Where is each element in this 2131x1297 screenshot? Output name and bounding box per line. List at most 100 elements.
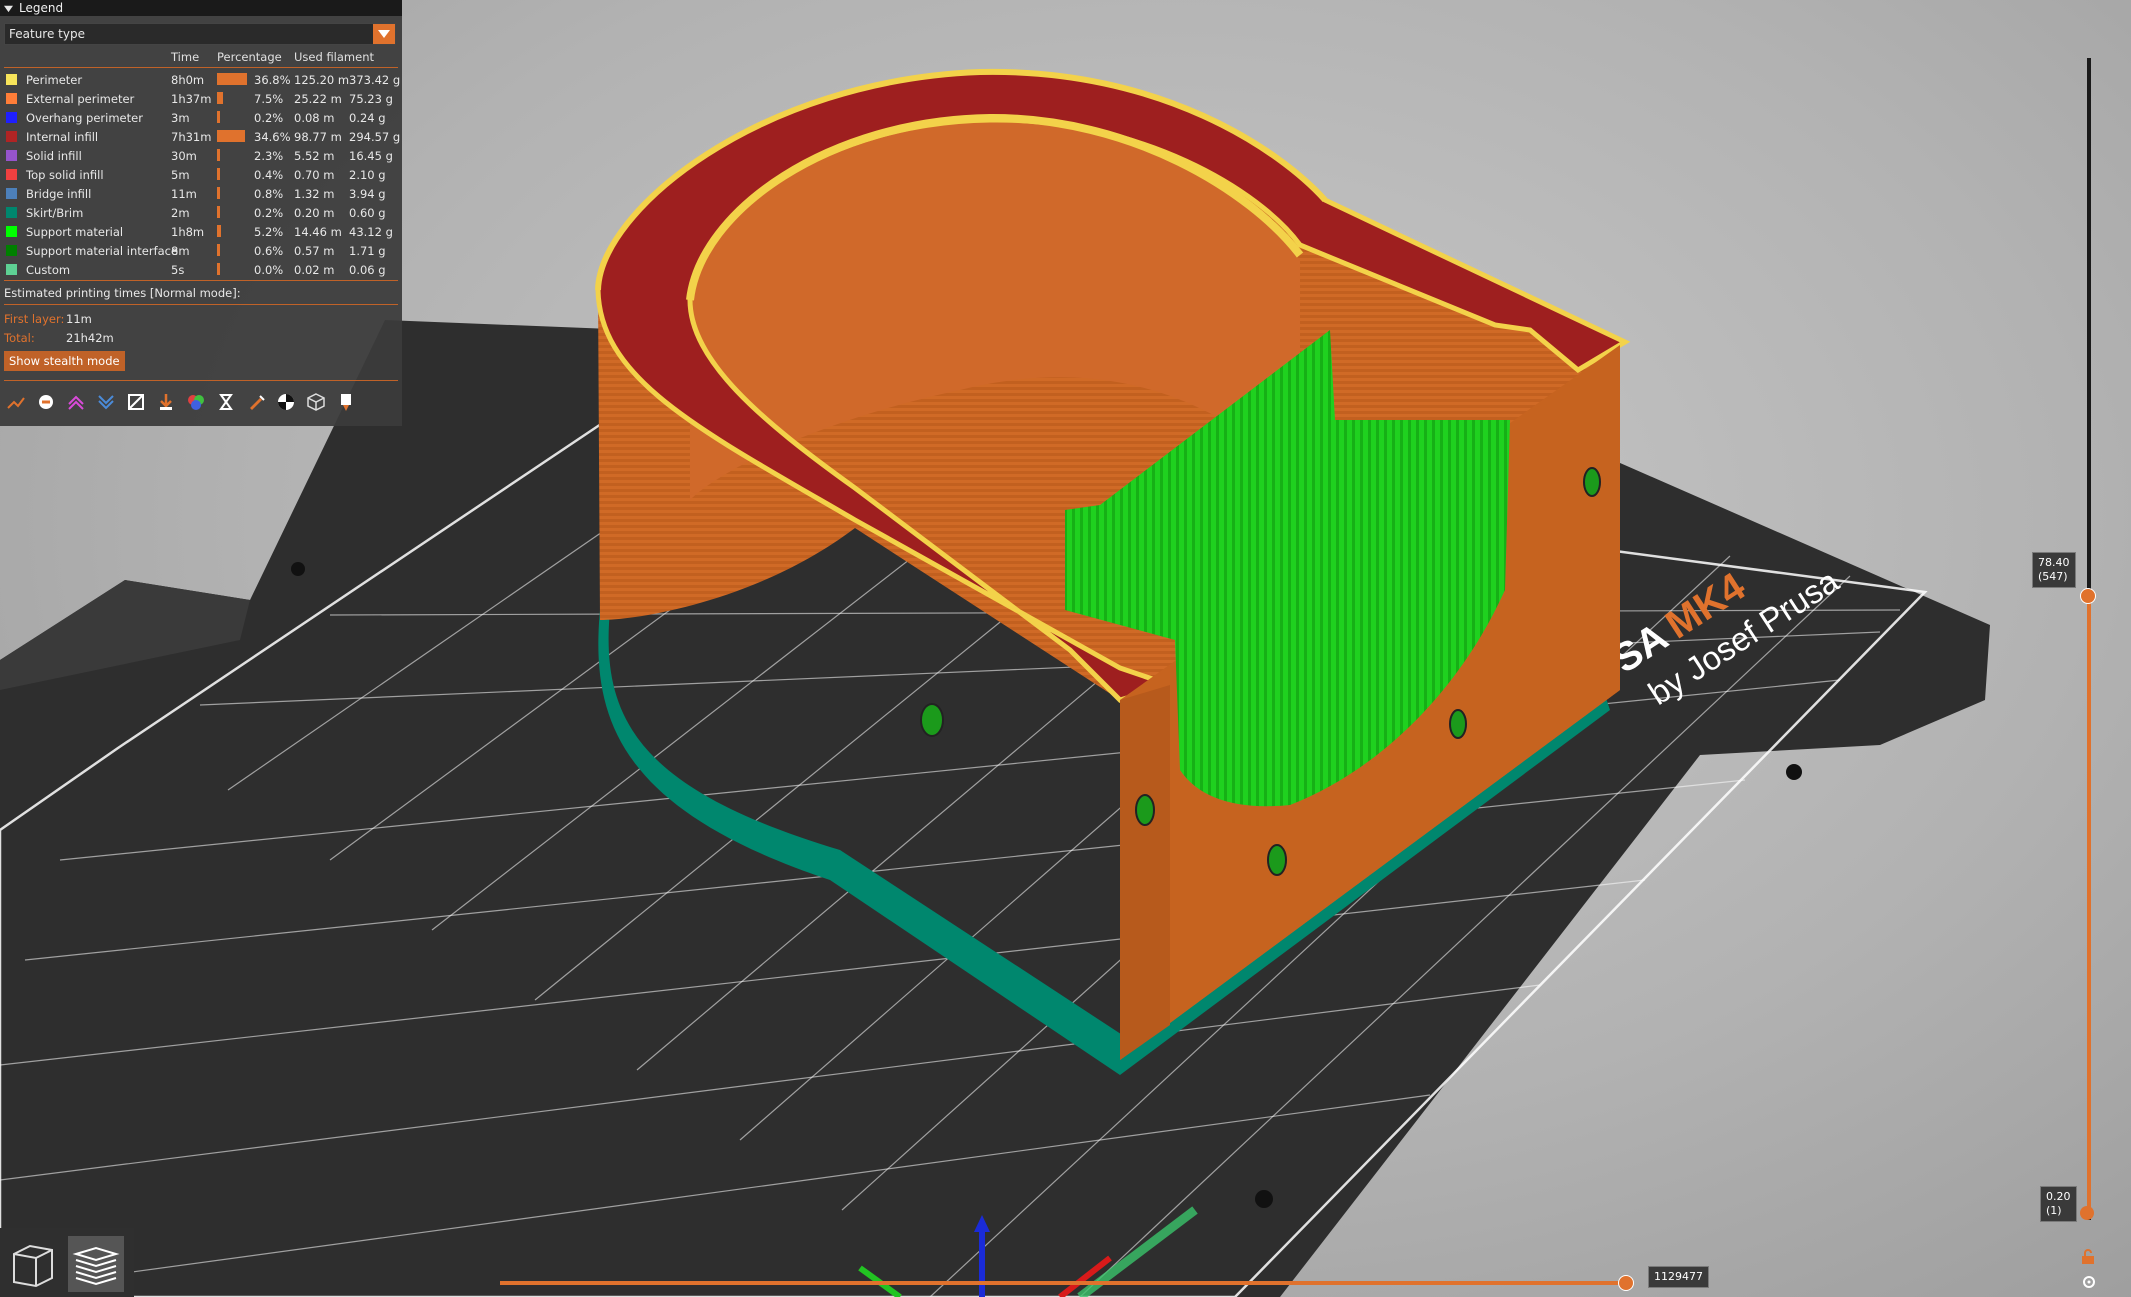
percentage-bar xyxy=(217,225,221,237)
estimated-times-label: Estimated printing times [Normal mode]: xyxy=(4,286,241,300)
legend-row-time: 8m xyxy=(171,244,190,258)
settings-cog-icon[interactable] xyxy=(2081,1274,2097,1290)
moves-value: 1129477 xyxy=(1654,1270,1703,1283)
legend-row-length: 5.52 m xyxy=(294,149,335,163)
legend-row[interactable]: Overhang perimeter 3m 0.2% 0.08 m 0.24 g xyxy=(0,108,402,127)
legend-row[interactable]: Custom 5s 0.0% 0.02 m 0.06 g xyxy=(0,260,402,279)
layers-top-thumb[interactable] xyxy=(2080,588,2096,604)
legend-row-name: Support material interface xyxy=(26,244,179,258)
collapse-arrow-icon[interactable] xyxy=(4,4,13,13)
layer-bottom-index: (1) xyxy=(2046,1204,2062,1217)
color-swatch xyxy=(6,169,17,180)
tool-changes-icon[interactable] xyxy=(154,390,178,414)
preview-button[interactable] xyxy=(68,1236,124,1292)
legend-row[interactable]: External perimeter 1h37m 7.5% 25.22 m 75.23 … xyxy=(0,89,402,108)
color-swatch xyxy=(6,245,17,256)
layers-bottom-thumb[interactable] xyxy=(2080,1206,2094,1220)
legend-row-percentage: 34.6% xyxy=(254,130,291,144)
legend-row-time: 1h37m xyxy=(171,92,212,106)
percentage-bar xyxy=(217,206,220,218)
legend-row[interactable]: Solid infill 30m 2.3% 5.52 m 16.45 g xyxy=(0,146,402,165)
view-toolbar xyxy=(0,1228,134,1297)
legend-row[interactable]: Top solid infill 5m 0.4% 0.70 m 2.10 g xyxy=(0,165,402,184)
lock-icon[interactable] xyxy=(2081,1249,2095,1265)
percentage-bar xyxy=(217,73,247,85)
center-of-gravity-icon[interactable] xyxy=(274,390,298,414)
legend-row-weight: 0.60 g xyxy=(349,206,386,220)
legend-row-name: Internal infill xyxy=(26,130,99,144)
legend-row[interactable]: Internal infill 7h31m 34.6% 98.77 m 294.57 g xyxy=(0,127,402,146)
legend-row-length: 125.20 m xyxy=(294,73,350,87)
moves-slider[interactable] xyxy=(500,1275,1634,1291)
legend-row[interactable]: Bridge infill 11m 0.8% 1.32 m 3.94 g xyxy=(0,184,402,203)
percentage-bar xyxy=(217,263,220,275)
legend-row-weight: 16.45 g xyxy=(349,149,393,163)
first-layer-value: 11m xyxy=(66,312,92,326)
legend-row-length: 0.02 m xyxy=(294,263,335,277)
travel-icon[interactable] xyxy=(4,390,28,414)
legend-row-time: 3m xyxy=(171,111,190,125)
legend-row-length: 25.22 m xyxy=(294,92,342,106)
layers-slider[interactable] xyxy=(2080,58,2096,1220)
legend-row-percentage: 5.2% xyxy=(254,225,284,239)
custom-gcodes-icon[interactable] xyxy=(244,390,268,414)
divider xyxy=(4,304,398,305)
legend-row-percentage: 0.0% xyxy=(254,263,284,277)
legend-row-name: Overhang perimeter xyxy=(26,111,143,125)
deretractions-icon[interactable] xyxy=(94,390,118,414)
legend-row-length: 0.70 m xyxy=(294,168,335,182)
wipe-icon[interactable] xyxy=(34,390,58,414)
legend-row-length: 14.46 m xyxy=(294,225,342,239)
layer-top-index: (547) xyxy=(2038,570,2068,583)
chevron-down-icon[interactable] xyxy=(373,24,395,44)
legend-row-percentage: 0.2% xyxy=(254,206,284,220)
moves-slider-range xyxy=(500,1281,1625,1285)
legend-row-percentage: 0.6% xyxy=(254,244,284,258)
first-layer-label: First layer: xyxy=(4,312,65,326)
legend-row-length: 0.08 m xyxy=(294,111,335,125)
legend-row-percentage: 0.8% xyxy=(254,187,284,201)
legend-row-weight: 0.06 g xyxy=(349,263,386,277)
legend-header[interactable]: Legend xyxy=(0,0,402,16)
divider xyxy=(4,67,398,68)
shells-icon[interactable] xyxy=(304,390,328,414)
percentage-bar xyxy=(217,244,220,256)
column-percentage: Percentage xyxy=(217,50,282,64)
legend-row-weight: 3.94 g xyxy=(349,187,386,201)
legend-row[interactable]: Perimeter 8h0m 36.8% 125.20 m 373.42 g xyxy=(0,70,402,89)
tool-marker-icon[interactable] xyxy=(334,390,358,414)
legend-row-time: 2m xyxy=(171,206,190,220)
layers-slider-range xyxy=(2087,595,2091,1213)
retractions-icon[interactable] xyxy=(64,390,88,414)
legend-row[interactable]: Support material 1h8m 5.2% 14.46 m 43.12 g xyxy=(0,222,402,241)
show-stealth-mode-button[interactable]: Show stealth mode xyxy=(4,351,125,371)
3d-view-button[interactable] xyxy=(4,1236,60,1292)
legend-row-percentage: 0.2% xyxy=(254,111,284,125)
color-swatch xyxy=(6,131,17,142)
legend-row-name: Custom xyxy=(26,263,71,277)
cube-icon xyxy=(13,1244,53,1288)
seams-icon[interactable] xyxy=(124,390,148,414)
color-swatch xyxy=(6,93,17,104)
legend-row-name: Top solid infill xyxy=(26,168,104,182)
legend-row-length: 0.20 m xyxy=(294,206,335,220)
legend-row[interactable]: Skirt/Brim 2m 0.2% 0.20 m 0.60 g xyxy=(0,203,402,222)
legend-row-weight: 1.71 g xyxy=(349,244,386,258)
legend-row-name: Solid infill xyxy=(26,149,82,163)
pause-prints-icon[interactable] xyxy=(214,390,238,414)
color-swatch xyxy=(6,264,17,275)
moves-value-tag: 1129477 xyxy=(1648,1266,1709,1288)
color-changes-icon[interactable] xyxy=(184,390,208,414)
layer-top-tag: 78.40 (547) xyxy=(2032,552,2076,588)
legend-row-length: 98.77 m xyxy=(294,130,342,144)
legend-row-time: 11m xyxy=(171,187,197,201)
divider xyxy=(4,280,398,281)
view-type-combo[interactable]: Feature type xyxy=(4,23,396,45)
legend-row-name: Support material xyxy=(26,225,124,239)
percentage-bar xyxy=(217,130,245,142)
moves-slider-thumb[interactable] xyxy=(1618,1275,1634,1291)
color-swatch xyxy=(6,188,17,199)
legend-row-weight: 0.24 g xyxy=(349,111,386,125)
legend-row[interactable]: Support material interface 8m 0.6% 0.57 m 1.… xyxy=(0,241,402,260)
legend-row-percentage: 2.3% xyxy=(254,149,284,163)
